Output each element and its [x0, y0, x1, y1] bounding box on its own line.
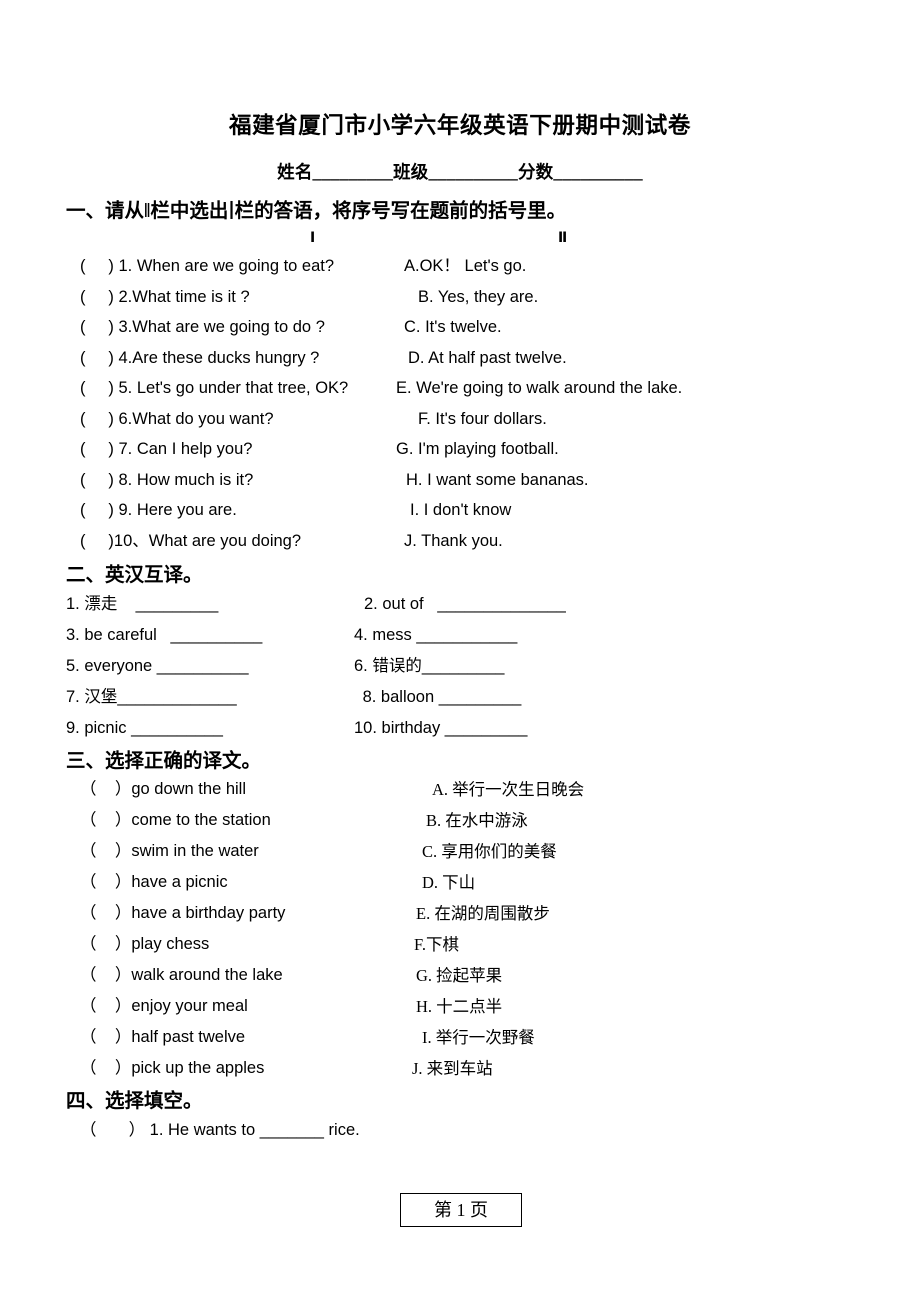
exam-page: 福建省厦门市小学六年级英语下册期中测试卷 姓名_________班级______… [0, 0, 920, 1302]
section-2-heading: 二、英汉互译。 [66, 565, 203, 587]
page-title: 福建省厦门市小学六年级英语下册期中测试卷 [228, 113, 691, 138]
translation-row: 3. be careful __________ 4. mess ________… [66, 620, 854, 651]
choice-answer: E. 在湖的周围散步 [416, 904, 550, 924]
translation-row: 7. 汉堡_____________ 8. balloon _________ [66, 682, 854, 713]
translation-item[interactable]: 1. 漂走 _________ [66, 589, 218, 620]
choice-row: （ ）have a birthday party E. 在湖的周围散步 [66, 898, 854, 929]
translation-item[interactable]: 3. be careful __________ [66, 620, 262, 651]
translation-item[interactable]: 8. balloon _________ [358, 682, 522, 713]
translation-row: 1. 漂走 _________ 2. out of ______________ [66, 589, 854, 620]
column-header-right: Ⅱ [558, 229, 568, 246]
matching-row: ( ) 8. How much is it? H. I want some ban… [66, 465, 854, 496]
choice-row: （ ）pick up the apples J. 来到车站 [66, 1053, 854, 1084]
choice-answer: J. 来到车站 [412, 1059, 493, 1079]
matching-question[interactable]: ( ) 7. Can I help you? [80, 434, 252, 465]
translation-row: 5. everyone __________ 6. 错误的_________ [66, 651, 854, 682]
choice-answer: A. 举行一次生日晚会 [432, 780, 585, 800]
choice-question[interactable]: （ ）swim in the water [80, 836, 259, 867]
section-1-heading: 一、请从‖栏中选出∣栏的答语，将序号写在题前的括号里。 [66, 201, 567, 222]
choice-row: （ ）have a picnic D. 下山 [66, 867, 854, 898]
section-1-column-headers: Ⅰ Ⅱ [66, 229, 854, 251]
choice-question[interactable]: （ ）go down the hill [80, 774, 246, 805]
matching-question[interactable]: ( ) 3.What are we going to do ? [80, 312, 325, 343]
choice-answer: C. 享用你们的美餐 [422, 842, 557, 862]
matching-row: ( ) 9. Here you are. I. I don't know [66, 495, 854, 526]
section-3-choice-list: （ ）go down the hill A. 举行一次生日晚会 （ ）come to… [66, 774, 854, 1084]
matching-row: ( ) 3.What are we going to do ? C. It's t… [66, 312, 854, 343]
matching-question[interactable]: ( ) 6.What do you want? [80, 404, 274, 435]
choice-answer: I. 举行一次野餐 [422, 1028, 535, 1048]
choice-row: （ ）walk around the lake G. 捡起苹果 [66, 960, 854, 991]
section-4-fill-list: （ ） 1. He wants to _______ rice. [66, 1115, 854, 1146]
choice-question[interactable]: （ ）walk around the lake [80, 960, 283, 991]
matching-answer: E. We're going to walk around the lake. [396, 379, 683, 398]
translation-item[interactable]: 5. everyone __________ [66, 651, 249, 682]
page-footer: 第 1 页 [400, 1193, 522, 1227]
matching-answer: C. It's twelve. [404, 318, 502, 337]
choice-question[interactable]: （ ）enjoy your meal [80, 991, 248, 1022]
choice-row: （ ）come to the station B. 在水中游泳 [66, 805, 854, 836]
matching-question[interactable]: ( ) 8. How much is it? [80, 465, 253, 496]
section-2-translation-list: 1. 漂走 _________ 2. out of ______________ 3… [66, 589, 854, 744]
matching-answer: J. Thank you. [404, 531, 503, 550]
matching-row: ( ) 2.What time is it ? B. Yes, they are. [66, 282, 854, 313]
choice-question[interactable]: （ ）have a picnic [80, 867, 228, 898]
translation-item[interactable]: 7. 汉堡_____________ [66, 682, 237, 713]
matching-answer: F. It's four dollars. [418, 409, 547, 428]
column-header-left: Ⅰ [310, 229, 316, 246]
matching-row: ( ) 6.What do you want? F. It's four doll… [66, 404, 854, 435]
matching-row: ( )10、What are you doing? J. Thank you. [66, 526, 854, 557]
translation-item[interactable]: 6. 错误的_________ [354, 651, 504, 682]
translation-item[interactable]: 4. mess ___________ [354, 620, 517, 651]
matching-row: ( ) 7. Can I help you? G. I'm playing foo… [66, 434, 854, 465]
choice-answer: G. 捡起苹果 [416, 966, 503, 986]
choice-question[interactable]: （ ）half past twelve [80, 1022, 245, 1053]
translation-item[interactable]: 10. birthday _________ [354, 713, 527, 744]
student-identity-line: 姓名_________班级__________分数__________ [277, 162, 643, 182]
matching-question[interactable]: ( ) 1. When are we going to eat? [80, 251, 334, 282]
choice-answer: B. 在水中游泳 [426, 811, 528, 831]
translation-row: 9. picnic __________ 10. birthday _______… [66, 713, 854, 744]
choice-answer: D. 下山 [422, 873, 476, 893]
matching-answer: A.OK！ Let's go. [404, 257, 527, 276]
section-4-heading: 四、选择填空。 [66, 1091, 203, 1113]
choice-question[interactable]: （ ）pick up the apples [80, 1053, 264, 1084]
matching-row: ( ) 5. Let's go under that tree, OK? E. W… [66, 373, 854, 404]
matching-row: ( ) 4.Are these ducks hungry ? D. At half… [66, 343, 854, 374]
section-3-heading: 三、选择正确的译文。 [66, 750, 262, 772]
translation-item[interactable]: 9. picnic __________ [66, 713, 223, 744]
choice-question[interactable]: （ ）come to the station [80, 805, 271, 836]
matching-answer: G. I'm playing football. [396, 440, 559, 459]
matching-question[interactable]: ( ) 5. Let's go under that tree, OK? [80, 373, 348, 404]
matching-answer: B. Yes, they are. [418, 287, 539, 306]
matching-question[interactable]: ( ) 2.What time is it ? [80, 282, 250, 313]
translation-item[interactable]: 2. out of ______________ [364, 589, 566, 620]
matching-question[interactable]: ( ) 9. Here you are. [80, 495, 237, 526]
choice-answer: F.下棋 [414, 935, 459, 955]
matching-question[interactable]: ( ) 4.Are these ducks hungry ? [80, 343, 319, 374]
matching-answer: I. I don't know [410, 501, 512, 520]
matching-answer: H. I want some bananas. [406, 470, 589, 489]
choice-question[interactable]: （ ）have a birthday party [80, 898, 285, 929]
choice-row: （ ）enjoy your meal H. 十二点半 [66, 991, 854, 1022]
choice-row: （ ）swim in the water C. 享用你们的美餐 [66, 836, 854, 867]
fill-blank-item[interactable]: （ ） 1. He wants to _______ rice. [66, 1115, 854, 1146]
matching-question[interactable]: ( )10、What are you doing? [80, 526, 301, 557]
choice-row: （ ）go down the hill A. 举行一次生日晚会 [66, 774, 854, 805]
matching-answer: D. At half past twelve. [408, 348, 567, 367]
matching-row: ( ) 1. When are we going to eat? A.OK！ Le… [66, 251, 854, 282]
section-1-matching-list: ( ) 1. When are we going to eat? A.OK！ Le… [66, 251, 854, 556]
choice-row: （ ）play chess F.下棋 [66, 929, 854, 960]
choice-row: （ ）half past twelve I. 举行一次野餐 [66, 1022, 854, 1053]
choice-answer: H. 十二点半 [416, 997, 503, 1017]
choice-question[interactable]: （ ）play chess [80, 929, 209, 960]
